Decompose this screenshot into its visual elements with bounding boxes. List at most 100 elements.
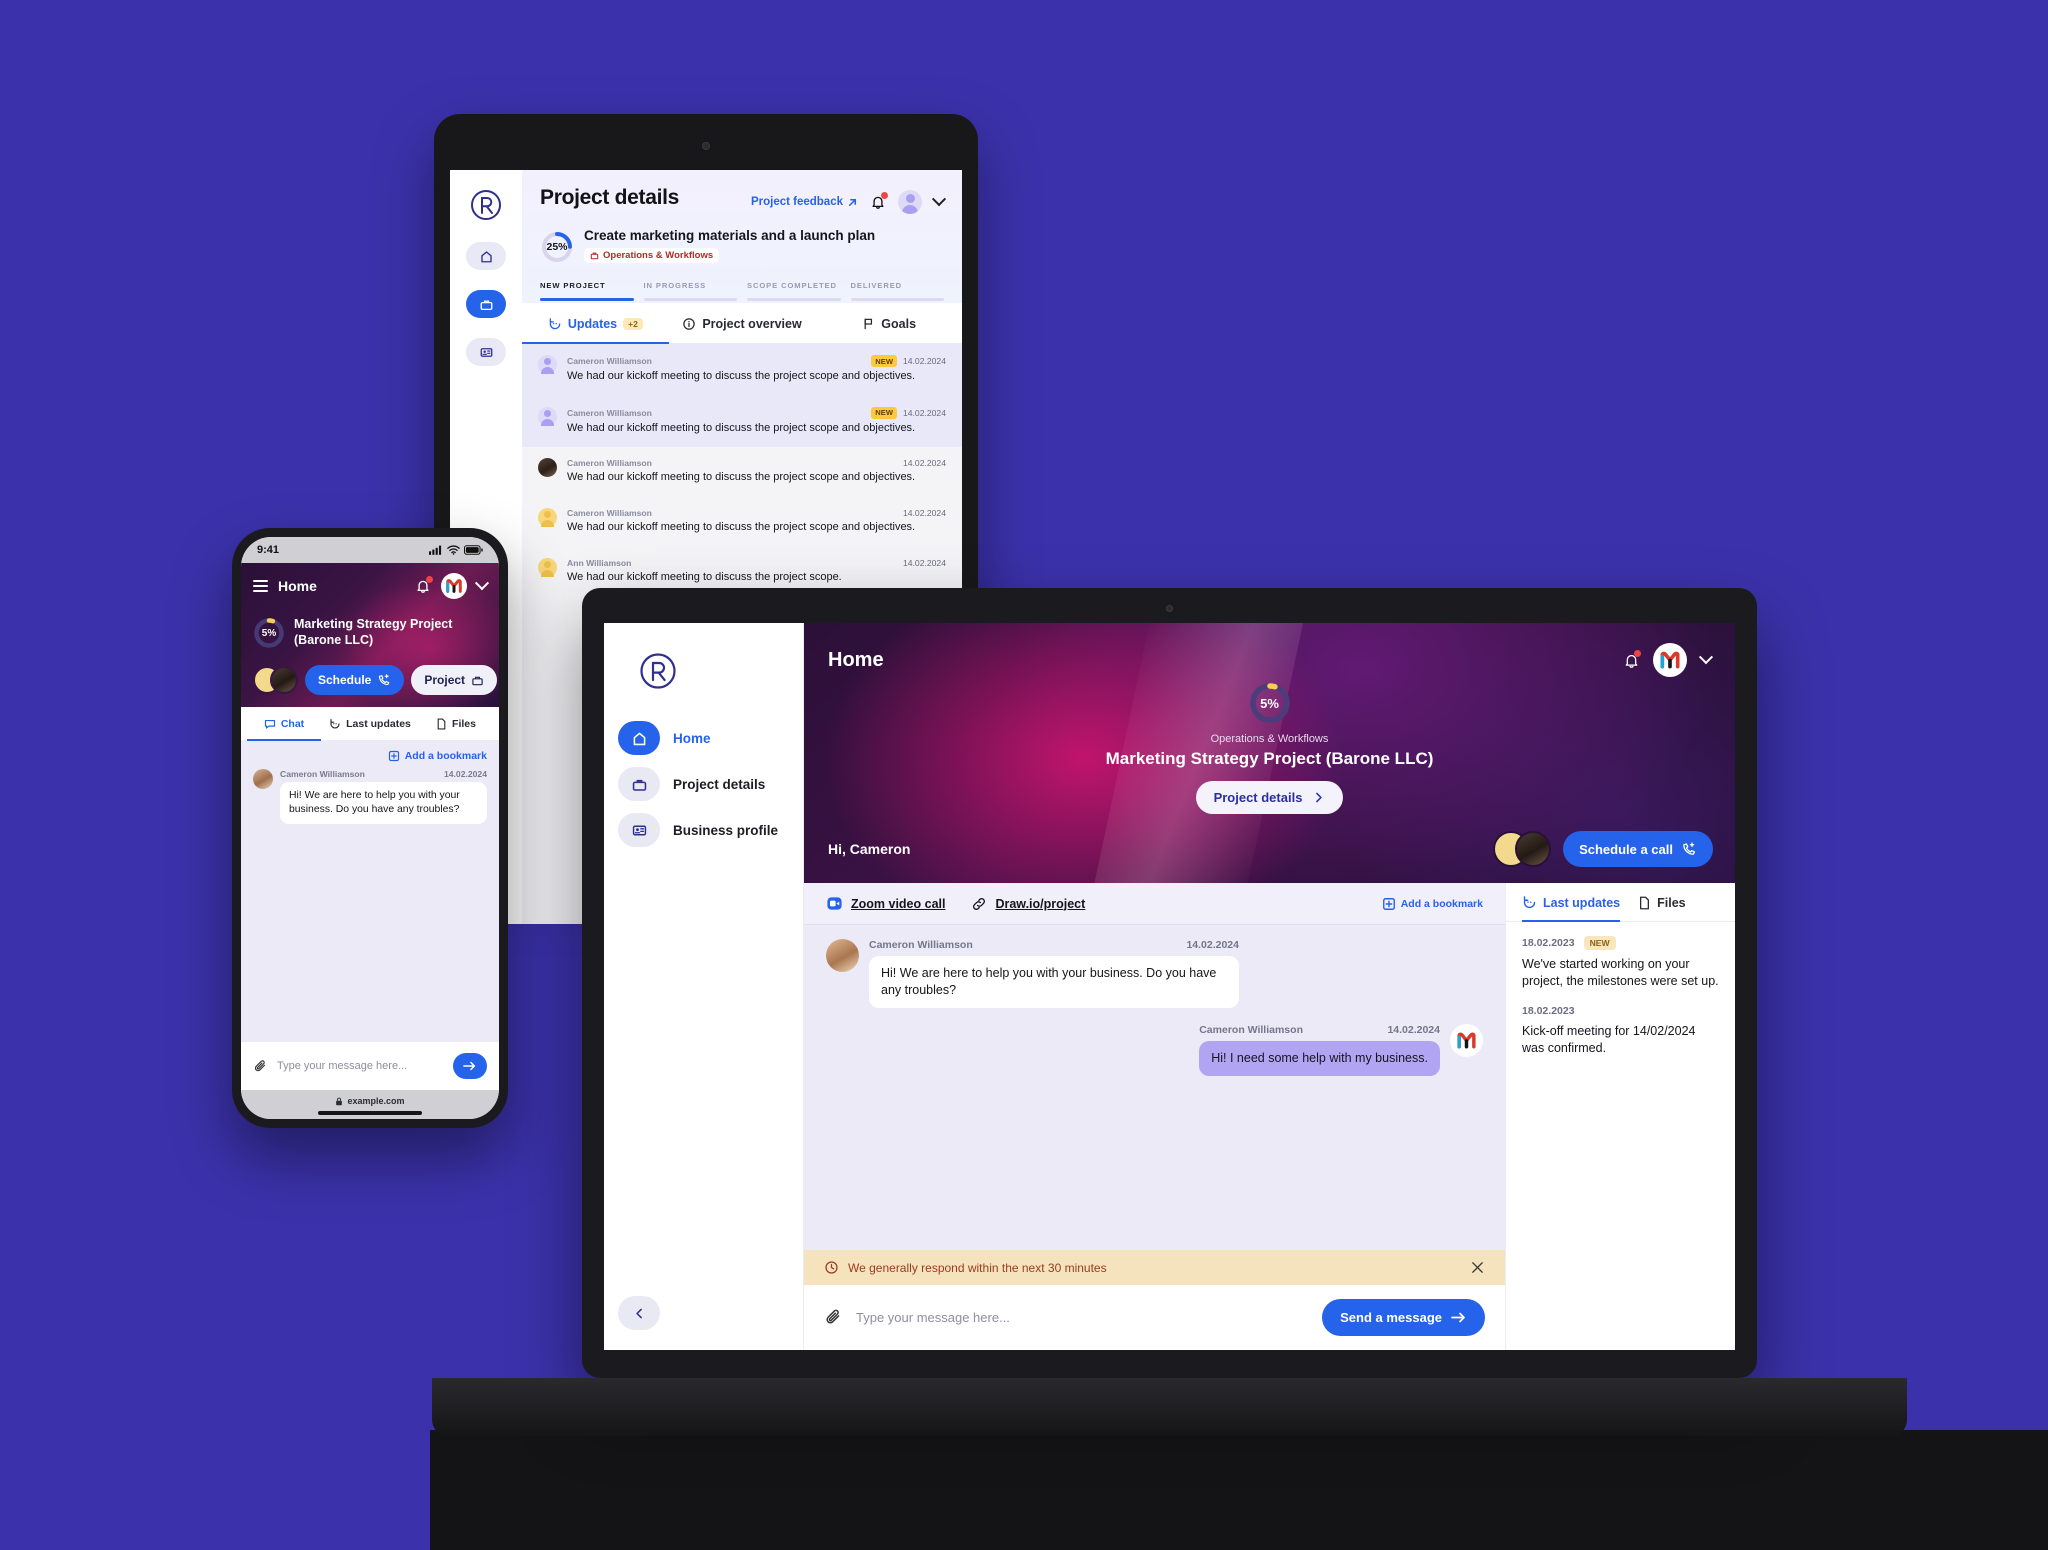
external-arrow-icon [848,198,857,206]
account-avatar-m-logo[interactable] [1653,643,1687,677]
chat-message-incoming: Cameron Williamson 14.02.2024 Hi! We are… [826,939,1483,1008]
chevron-down-icon[interactable] [474,576,490,591]
file-icon [1640,896,1650,909]
chevron-down-icon[interactable] [931,192,947,207]
tablet-header: Project details Project feedback 25% Cre… [522,170,962,303]
tab-last-updates[interactable]: Last updates [327,707,413,740]
call-add-icon [379,674,390,686]
update-date: 14.02.2024 [902,507,946,518]
list-item[interactable]: Cameron Williamson 14.02.2024 We had our… [522,447,962,497]
avatar [538,507,557,527]
sidebar-item-project-details[interactable]: Project details [618,767,789,801]
project-feedback-label: Project feedback [750,196,843,208]
url-text-wrap[interactable]: example.com [335,1096,405,1106]
close-icon[interactable] [1470,1260,1485,1275]
briefcase-icon [472,676,483,685]
chevron-down-icon[interactable] [1698,650,1714,665]
sidebar-item-business-profile[interactable]: Business profile [618,813,789,847]
clock-icon [825,1261,838,1274]
stage-label: DELIVERED [850,281,903,290]
message-date: 14.02.2024 [1186,939,1239,951]
project-details-label: Project details [1213,790,1303,805]
tab-last-updates[interactable]: Last updates [1522,895,1621,922]
phone-tabs: Chat Last updates Files [241,707,499,741]
project-button-label: Project [424,673,466,687]
schedule-call-button[interactable]: Schedule a call [1563,831,1713,867]
laptop-screen: Home Project details Business profile Ho… [604,623,1735,1350]
chat-message: Cameron Williamson 14.02.2024 Hi! We are… [241,769,499,825]
stage-delivered[interactable]: DELIVERED [850,281,944,301]
add-bookmark-button[interactable]: Add a bookmark [388,750,487,762]
drawio-project-link[interactable]: Draw.io/project [971,896,1085,912]
attachment-icon[interactable] [824,1308,843,1327]
zoom-video-call-link[interactable]: Zoom video call [826,895,945,912]
avatar[interactable] [898,190,922,214]
add-bookmark-label: Add a bookmark [1400,897,1483,910]
message-author: Cameron Williamson [869,939,973,951]
tab-updates[interactable]: Updates +2 [522,303,669,344]
tab-updates-badge: +2 [623,318,643,330]
menu-icon[interactable] [253,577,268,595]
tab-files-label: Files [1657,895,1686,910]
list-item[interactable]: Cameron Williamson NEW 14.02.2024 We had … [522,395,962,448]
schedule-button[interactable]: Schedule [305,665,405,695]
send-button[interactable] [453,1053,487,1079]
zoom-video-call-label: Zoom video call [851,896,946,911]
phone-screen: 9:41 Home 5% Marketing Strategy Project … [241,537,499,1119]
sidebar-item-home[interactable]: Home [618,721,789,755]
stage-tracker: NEW PROJECT IN PROGRESS SCOPE COMPLETED … [540,281,944,303]
brand-logo-icon [604,651,803,721]
update-text: We had our kickoff meeting to discuss th… [567,471,916,484]
sidebar-item-home[interactable] [466,242,506,270]
stage-scope-completed[interactable]: SCOPE COMPLETED [747,281,841,301]
sidebar-item-project[interactable] [466,290,506,318]
account-avatar-m-logo[interactable] [441,573,467,599]
tab-files[interactable]: Files [413,707,499,740]
nav-title: Home [278,578,317,594]
stage-bar [540,298,634,301]
update-author: Cameron Williamson [567,458,652,469]
project-details-button[interactable]: Project details [1195,781,1344,814]
avatar [538,458,557,478]
sidebar-item-business-profile[interactable] [466,338,506,366]
avatar [1515,831,1552,867]
tab-goals[interactable]: Goals [815,303,962,343]
stage-bar [643,298,737,301]
add-bookmark-button[interactable]: Add a bookmark [1382,897,1483,911]
message-input[interactable]: Type your message here... [277,1060,444,1072]
project-feedback-link[interactable]: Project feedback [751,196,858,208]
tab-files[interactable]: Files [1638,895,1686,921]
message-author: Cameron Williamson [1199,1023,1303,1036]
notifications-bell-icon[interactable] [870,192,888,210]
laptop-chat-panel: Zoom video call Draw.io/project Add a bo… [804,883,1505,1350]
url-text: example.com [347,1096,405,1106]
chat-icon [264,719,275,729]
tab-chat[interactable]: Chat [241,707,327,741]
list-item[interactable]: Cameron Williamson NEW 14.02.2024 We had … [522,344,962,396]
participant-avatars[interactable] [253,666,298,694]
message-date: 14.02.2024 [443,769,487,779]
project-button[interactable]: Project [411,665,498,695]
attachment-icon[interactable] [253,1059,268,1074]
project-tag-label: Operations & Workflows [603,250,714,261]
chevron-left-icon [635,1308,642,1318]
tab-project-overview[interactable]: Project overview [669,303,816,343]
stage-new-project[interactable]: NEW PROJECT [540,281,634,301]
notifications-bell-icon[interactable] [1623,650,1641,668]
schedule-call-label: Schedule a call [1579,841,1673,857]
list-item[interactable]: Cameron Williamson 14.02.2024 We had our… [522,497,962,547]
collapse-sidebar-button[interactable] [618,1296,660,1330]
browser-url-bar: example.com [241,1090,499,1119]
tab-project-overview-label: Project overview [702,317,802,331]
stage-label: NEW PROJECT [540,281,606,290]
progress-ring: 5% [1248,681,1292,725]
notifications-bell-icon[interactable] [415,576,433,594]
participant-avatars[interactable] [1493,831,1552,867]
tablet-camera [702,142,710,150]
send-message-button[interactable]: Send a message [1322,1299,1485,1336]
progress-percent: 5% [1260,695,1279,711]
stage-in-progress[interactable]: IN PROGRESS [643,281,737,301]
status-badge: NEW [871,406,897,419]
update-date: 14.02.2024 [902,407,946,418]
message-input[interactable]: Type your message here... [856,1310,1309,1325]
